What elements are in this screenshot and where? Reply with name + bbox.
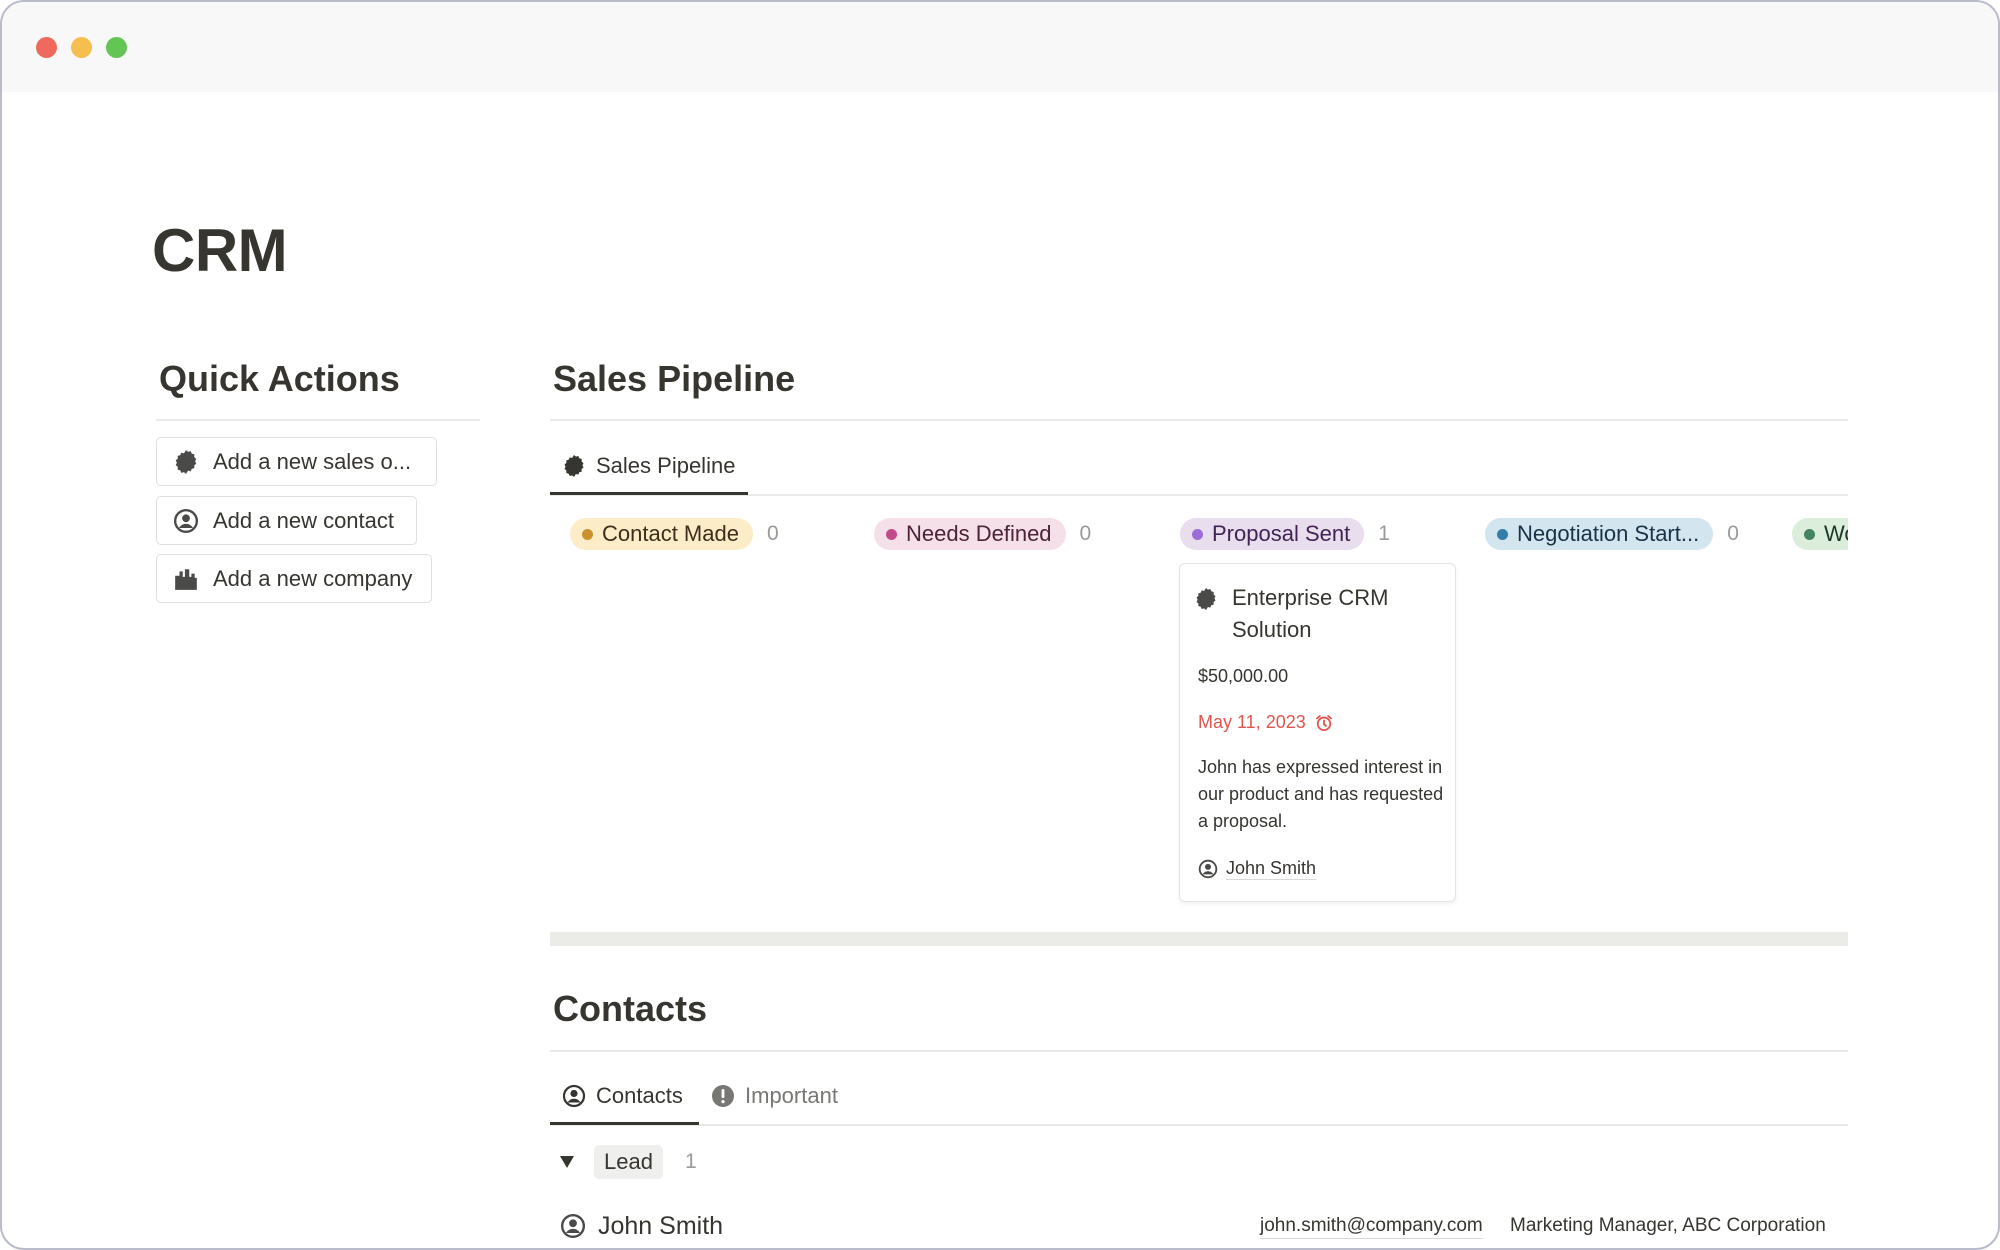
title-bar [2,2,1998,92]
column-contact-made[interactable]: Contact Made 0 [570,518,779,550]
column-count: 0 [1079,522,1092,545]
status-pill: Wo [1792,518,1848,550]
sales-pipeline-heading: Sales Pipeline [553,358,796,399]
contact-name: John Smith [598,1211,724,1240]
contact-row[interactable]: John Smith john.smith@company.com Market… [560,1206,1848,1246]
group-count: 1 [684,1150,697,1173]
person-circle-icon [1198,859,1218,878]
column-label: Needs Defined [906,521,1052,546]
column-negotiation-started[interactable]: Negotiation Start... 0 [1485,518,1739,550]
sales-badge-icon [562,454,586,478]
sales-pipeline-divider [550,419,1848,421]
contact-role: Marketing Manager, ABC Corporation [1510,1215,1826,1236]
column-count: 1 [1378,522,1390,545]
column-label: Wo [1824,521,1848,546]
add-sales-opportunity-button[interactable]: Add a new sales o... [156,437,437,486]
board-columns: Contact Made 0 Needs Defined 0 Proposal … [550,502,1848,562]
tab-sales-pipeline-label: Sales Pipeline [596,453,736,478]
sales-badge-icon [1196,588,1216,610]
contacts-tabs-divider [550,1124,1848,1126]
status-pill: Needs Defined [874,518,1066,550]
quick-actions-divider [156,419,480,421]
add-company-label: Add a new company [213,565,413,591]
column-proposal-sent[interactable]: Proposal Sent 1 [1180,518,1390,550]
tab-contacts-label: Contacts [596,1083,683,1108]
person-circle-icon [173,508,199,534]
deal-date: May 11, 2023 [1198,712,1306,732]
active-tab-indicator [550,1122,699,1125]
column-needs-defined[interactable]: Needs Defined 0 [874,518,1091,550]
quick-actions-heading: Quick Actions [159,358,400,399]
add-contact-button[interactable]: Add a new contact [156,496,417,545]
exclamation-circle-icon [711,1084,735,1108]
status-pill: Proposal Sent [1180,518,1365,550]
board-horizontal-scrollbar[interactable] [550,932,1848,946]
add-contact-label: Add a new contact [213,507,395,533]
sales-badge-icon [173,449,199,475]
contacts-divider [550,1050,1848,1052]
status-dot [1192,528,1203,540]
deal-contact-name: John Smith [1226,858,1317,880]
deal-title: Enterprise CRM Solution [1232,585,1389,642]
status-pill: Negotiation Start... [1485,518,1714,550]
collapse-triangle-icon[interactable] [560,1156,574,1168]
tab-important[interactable]: Important [711,1076,838,1116]
column-count: 0 [766,522,779,545]
deal-contact[interactable]: John Smith [1198,857,1317,880]
column-label: Proposal Sent [1212,521,1351,546]
column-label: Contact Made [602,521,739,546]
column-label: Negotiation Start... [1517,521,1700,546]
add-company-button[interactable]: Add a new company [156,554,432,603]
status-dot [1804,528,1815,540]
person-circle-icon [562,1084,586,1108]
status-dot [582,528,593,540]
contacts-heading: Contacts [553,988,708,1029]
contact-email-link[interactable]: john.smith@company.com [1260,1214,1483,1239]
status-dot [886,528,897,540]
group-lead[interactable]: Lead 1 [560,1145,697,1179]
alarm-clock-icon [1315,714,1332,731]
status-dot [1497,528,1508,540]
deal-date-row: May 11, 2023 [1198,712,1334,733]
group-label: Lead [594,1145,663,1179]
active-tab-indicator [550,492,748,495]
tab-important-label: Important [745,1083,838,1108]
maximize-window-button[interactable] [106,37,127,58]
deal-description: John has expressed interest in our produ… [1198,757,1444,831]
tab-sales-pipeline[interactable]: Sales Pipeline [562,446,735,486]
column-count: 0 [1727,522,1739,545]
page-title: CRM [152,217,288,284]
tab-contacts[interactable]: Contacts [562,1076,683,1116]
minimize-window-button[interactable] [71,37,92,58]
column-won[interactable]: Wo [1792,518,1848,550]
person-circle-icon [560,1213,586,1239]
building-icon [173,566,199,592]
status-pill: Contact Made [570,518,753,550]
add-sales-opportunity-label: Add a new sales o... [213,448,412,474]
deal-card[interactable]: Enterprise CRM Solution $50,000.00 May 1… [1179,563,1456,902]
deal-amount: $50,000.00 [1198,666,1289,686]
close-window-button[interactable] [36,37,57,58]
app-window: CRM Quick Actions Add a new sales o... A… [0,0,2000,1250]
